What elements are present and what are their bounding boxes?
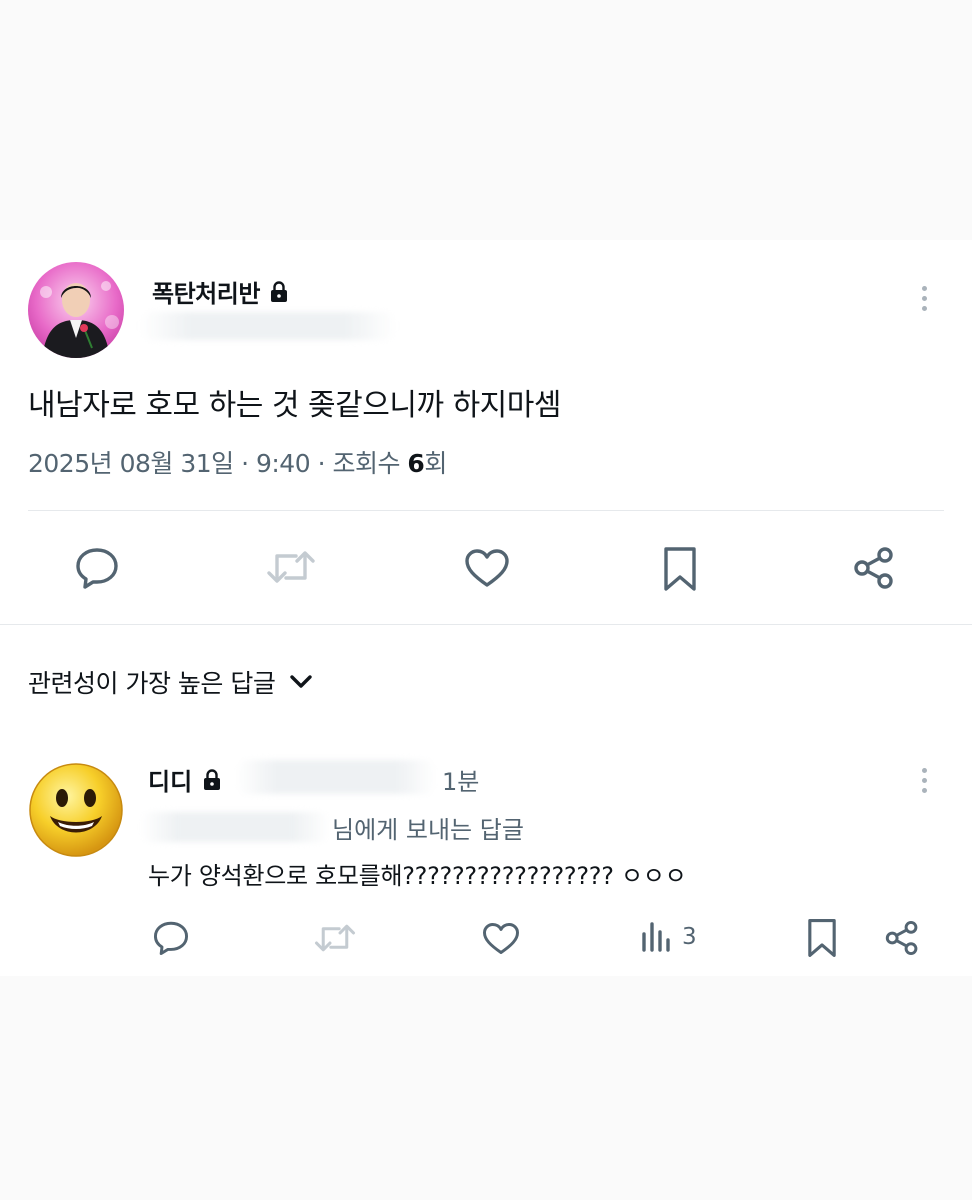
like-button[interactable] bbox=[464, 548, 510, 588]
bookmark-icon bbox=[664, 547, 696, 591]
reply-views-count: 3 bbox=[682, 924, 697, 950]
reply-retweet-button[interactable] bbox=[314, 920, 356, 956]
more-options-icon[interactable] bbox=[920, 286, 928, 311]
reply-sort-dropdown[interactable]: 관련성이 가장 높은 답글 bbox=[28, 664, 313, 700]
share-icon bbox=[885, 920, 918, 956]
lock-icon bbox=[268, 280, 290, 310]
redacted-handle bbox=[236, 760, 436, 794]
more-options-icon[interactable] bbox=[920, 768, 928, 793]
like-icon bbox=[465, 549, 509, 587]
like-icon bbox=[483, 922, 519, 955]
views-suffix: 회 bbox=[424, 449, 447, 478]
bookmark-button[interactable] bbox=[662, 546, 698, 592]
reply-views-button[interactable]: 3 bbox=[640, 920, 697, 954]
divider bbox=[28, 510, 944, 511]
replying-to-label: 님에게 보내는 답글 bbox=[332, 816, 524, 844]
reply-reply-button[interactable] bbox=[152, 920, 190, 956]
reply-sort-label: 관련성이 가장 높은 답글 bbox=[28, 669, 276, 698]
reply-button[interactable] bbox=[74, 546, 120, 590]
reply-like-button[interactable] bbox=[482, 922, 520, 955]
post-text: 내남자로 호모 하는 것 좆같으니까 하지마셈 bbox=[28, 388, 561, 423]
retweet-button[interactable] bbox=[266, 546, 316, 588]
reply-author-avatar[interactable] bbox=[28, 762, 124, 858]
author-name-row[interactable]: 폭탄처리반 bbox=[152, 274, 290, 310]
lock-icon bbox=[201, 768, 223, 798]
bookmark-icon bbox=[808, 919, 836, 957]
reply-text: 누가 양석환으로 호모를해????????????????? ㅇㅇㅇ bbox=[148, 862, 687, 890]
views-count: 6 bbox=[407, 449, 425, 478]
section-divider bbox=[0, 624, 972, 625]
reply-icon bbox=[76, 548, 118, 589]
reply-author-name[interactable]: 디디 bbox=[148, 768, 192, 796]
redacted-handle bbox=[140, 312, 396, 340]
post-meta: 2025년 08월 31일 · 9:40 · 조회수 6회 bbox=[28, 444, 447, 480]
reply-share-button[interactable] bbox=[884, 920, 920, 956]
reply-author-row[interactable]: 디디 bbox=[148, 762, 223, 798]
reply-time[interactable]: 1분 bbox=[442, 762, 479, 797]
author-avatar[interactable] bbox=[28, 262, 124, 358]
share-icon bbox=[854, 547, 893, 589]
post-date-time[interactable]: 2025년 08월 31일 · 9:40 · 조회수 bbox=[28, 449, 407, 478]
bar-chart-icon bbox=[642, 922, 670, 952]
reply-bookmark-button[interactable] bbox=[806, 918, 838, 958]
retweet-icon bbox=[315, 924, 355, 952]
redacted-mention bbox=[140, 812, 330, 842]
share-button[interactable] bbox=[852, 546, 896, 590]
retweet-icon bbox=[267, 551, 315, 583]
chevron-down-icon bbox=[290, 675, 313, 688]
reply-icon bbox=[153, 921, 189, 956]
author-name[interactable]: 폭탄처리반 bbox=[152, 280, 260, 308]
